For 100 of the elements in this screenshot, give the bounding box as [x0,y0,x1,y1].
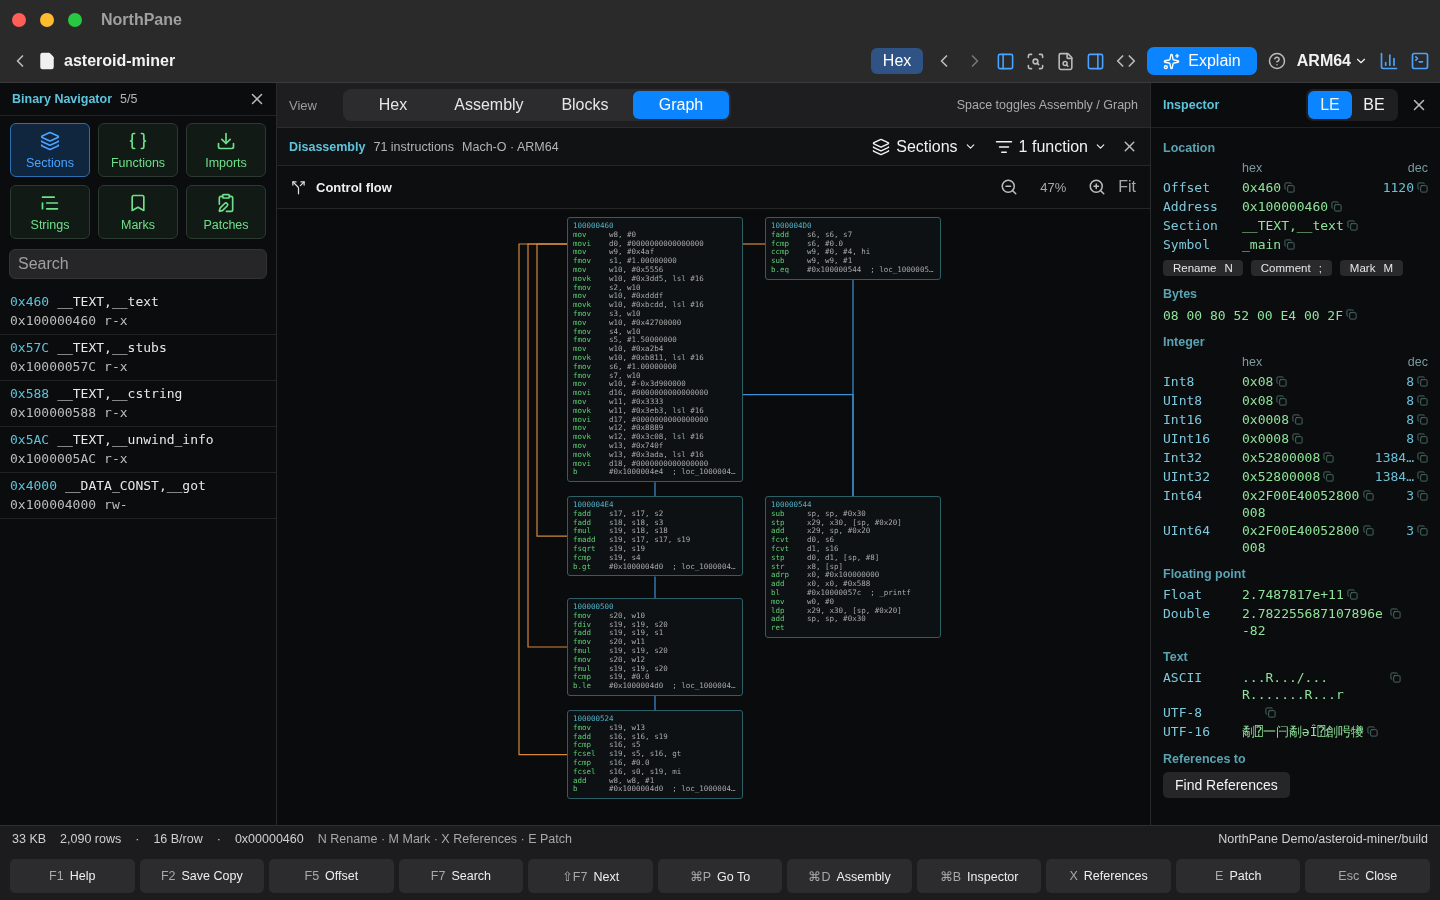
function-key-button[interactable]: ⌘P Go To [657,859,783,893]
copy-icon[interactable] [1363,490,1374,501]
copy-icon[interactable] [1291,414,1303,425]
section-permissions: rw- [104,495,128,514]
zoom-window-button[interactable] [68,13,82,27]
explain-button[interactable]: Explain [1147,47,1257,75]
field-label: Offset [1163,179,1211,197]
zoom-in-button[interactable] [1088,178,1107,196]
function-key-button[interactable]: F2 Save Copy [139,859,265,893]
help-icon[interactable] [1267,52,1286,70]
copy-icon[interactable] [1284,182,1296,193]
copy-icon[interactable] [1291,433,1303,444]
hex-value: 0x460 [1242,179,1282,196]
copy-icon[interactable] [1323,471,1335,482]
status-text: 16 B/row [153,832,203,846]
copy-icon[interactable] [1276,376,1288,387]
section-list-item[interactable]: 0x4000 __DATA_CONST,__got 0x100004000 rw- [0,473,276,519]
copy-icon[interactable] [1346,309,1357,320]
hex-mode-button[interactable]: Hex [870,48,924,74]
section-permissions: r-x [104,449,128,468]
function-key-button[interactable]: E Patch [1175,859,1301,893]
category-button[interactable]: Sections [10,123,90,177]
search-field[interactable]: Search [9,249,267,279]
section-list-item[interactable]: 0x460 __TEXT,__text 0x100000460 r-x [0,289,276,335]
column-header: dec [1406,160,1428,177]
section-name: __TEXT,__cstring [57,385,183,403]
section-list-item[interactable]: 0x57C __TEXT,__stubs 0x10000057C r-x [0,335,276,381]
copy-icon[interactable] [1417,490,1428,501]
zoom-level: 47% [1040,179,1067,195]
bookmark-icon [128,192,148,213]
category-button[interactable]: Patches [186,185,266,239]
scan-search-icon[interactable] [1026,51,1046,71]
braces-icon [128,130,148,151]
function-key-button[interactable]: Esc Close [1305,859,1430,893]
function-key-button[interactable]: F5 Offset [269,859,394,893]
copy-icon[interactable] [1417,471,1428,482]
code-block[interactable] [567,217,743,483]
category-button[interactable]: Functions [98,123,178,177]
file-search-icon[interactable] [1056,51,1076,71]
dec-value: 8 [1406,411,1414,429]
view-tab[interactable]: Blocks [536,91,633,119]
copy-icon[interactable] [1363,525,1374,536]
copy-icon[interactable] [1346,589,1358,600]
copy-icon[interactable] [1417,395,1428,406]
endian-toggle[interactable]: BE [1352,91,1396,119]
fit-button[interactable]: Fit [1118,178,1136,196]
left-panel-icon[interactable] [996,51,1016,71]
layers-icon [40,130,60,151]
right-panel-icon[interactable] [1086,51,1106,71]
section-name: __TEXT,__stubs [57,339,167,357]
category-button[interactable]: Imports [186,123,266,177]
copy-icon[interactable] [1417,376,1428,387]
copy-icon[interactable] [1367,726,1379,737]
category-button[interactable]: Strings [10,185,90,239]
sections-dropdown[interactable]: Sections [872,137,977,156]
section-offset: 0x460 [10,293,50,311]
code-block[interactable] [765,496,941,638]
close-window-button[interactable] [12,13,26,27]
inspector-title: Inspector [1163,98,1220,112]
copy-icon[interactable] [1284,239,1296,250]
function-key-button[interactable]: ⌘D Assembly [787,859,912,893]
bar-chart-icon[interactable] [1379,51,1399,71]
section-list-item[interactable]: 0x5AC __TEXT,__unwind_info 0x1000005AC r-x [0,427,276,473]
section-permissions: r-x [104,403,128,422]
copy-icon[interactable] [1331,201,1343,212]
function-dropdown[interactable]: 1 function [994,137,1107,156]
view-tab[interactable]: Hex [344,91,441,119]
copy-icon[interactable] [1265,707,1276,718]
copy-icon[interactable] [1417,414,1428,425]
function-key-button[interactable]: ⌘B Inspector [916,859,1042,893]
action-button[interactable]: Comment ; [1250,260,1332,276]
find-references-button[interactable]: Find References [1163,772,1290,798]
terminal-icon[interactable] [1410,51,1430,71]
arch-dropdown[interactable]: ARM64 [1296,52,1368,70]
copy-icon[interactable] [1417,452,1428,463]
view-tab[interactable]: Graph [632,91,729,119]
function-key-button[interactable]: F1 Help [10,859,135,893]
function-key-button[interactable]: X References [1046,859,1171,893]
zoom-out-button[interactable] [1000,178,1019,196]
section-address: 0x1000005AC [10,449,97,468]
field-label: UTF-16 [1163,723,1211,741]
minimize-window-button[interactable] [40,13,54,27]
section-address: 0x100004000 [10,495,97,514]
copy-icon[interactable] [1417,525,1428,536]
field-label: Symbol [1163,236,1211,254]
section-list-item[interactable]: 0x588 __TEXT,__cstring 0x100000588 r-x [0,381,276,427]
copy-icon[interactable] [1417,182,1428,193]
function-key-button[interactable]: ⇧F7 Next [528,859,653,893]
copy-icon[interactable] [1323,452,1335,463]
category-button[interactable]: Marks [98,185,178,239]
view-tab[interactable]: Assembly [440,91,537,119]
copy-icon[interactable] [1390,672,1401,683]
function-key-button[interactable]: F7 Search [398,859,524,893]
copy-icon[interactable] [1346,220,1358,231]
action-button[interactable]: Mark M [1339,260,1403,276]
copy-icon[interactable] [1390,608,1401,619]
field-label: Int16 [1163,411,1204,429]
action-button[interactable]: Rename N [1163,260,1243,276]
copy-icon[interactable] [1276,395,1288,406]
copy-icon[interactable] [1417,433,1428,444]
